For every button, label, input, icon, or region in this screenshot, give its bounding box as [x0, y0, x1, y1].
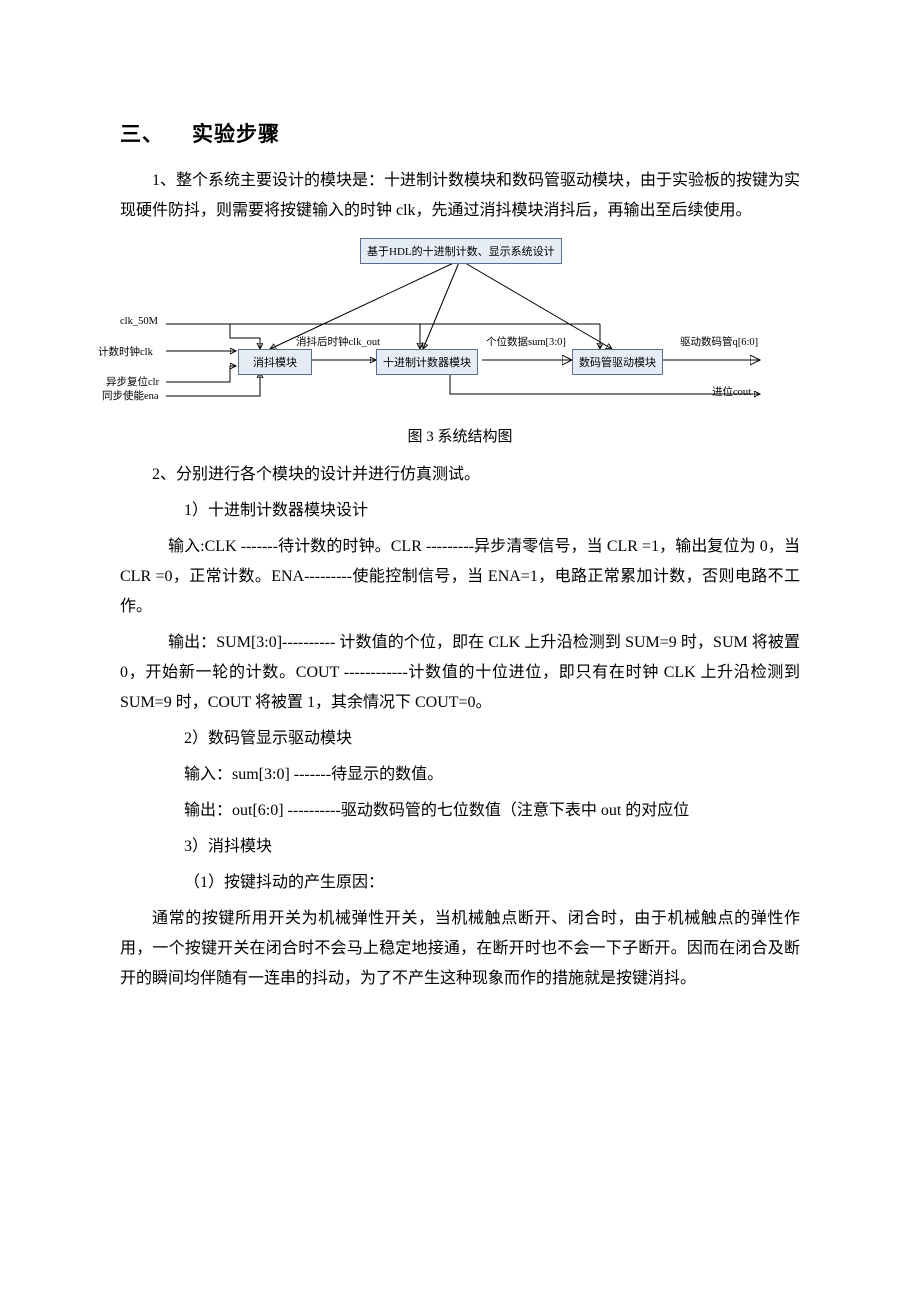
paragraph-6: 2）数码管显示驱动模块	[120, 724, 800, 754]
section-heading: 三、 实验步骤	[120, 118, 800, 148]
diagram-counter-box: 十进制计数器模块	[376, 349, 478, 375]
paragraph-4: 输入:CLK -------待计数的时钟。CLR ---------异步清零信号…	[120, 532, 800, 622]
label-q: 驱动数码管q[6:0]	[680, 334, 758, 349]
label-clk50m: clk_50M	[120, 316, 158, 327]
label-clr: 异步复位clr	[106, 374, 159, 389]
label-ena: 同步使能ena	[102, 388, 159, 403]
heading-title: 实验步骤	[192, 123, 280, 146]
paragraph-11: 通常的按键所用开关为机械弹性开关，当机械触点断开、闭合时，由于机械触点的弹性作用…	[120, 904, 800, 994]
diagram-driver-box: 数码管驱动模块	[572, 349, 663, 375]
diagram-debounce-box: 消抖模块	[238, 349, 312, 375]
paragraph-5: 输出：SUM[3:0]---------- 计数值的个位，即在 CLK 上升沿检…	[120, 628, 800, 718]
diagram-top-box: 基于HDL的十进制计数、显示系统设计	[360, 238, 562, 264]
paragraph-1: 1、整个系统主要设计的模块是：十进制计数模块和数码管驱动模块，由于实验板的按键为…	[120, 166, 800, 226]
paragraph-10: （1）按键抖动的产生原因：	[120, 868, 800, 898]
heading-number: 三、	[120, 123, 164, 146]
paragraph-3: 1）十进制计数器模块设计	[120, 496, 800, 526]
paragraph-2: 2、分别进行各个模块的设计并进行仿真测试。	[120, 460, 800, 490]
label-sum: 个位数据sum[3:0]	[486, 334, 566, 349]
label-cout: 进位cout	[712, 384, 751, 399]
paragraph-9: 3）消抖模块	[120, 832, 800, 862]
paragraph-8: 输出：out[6:0] ----------驱动数码管的七位数值（注意下表中 o…	[120, 796, 800, 826]
label-clkout: 消抖后时钟clk_out	[296, 334, 380, 349]
label-clk: 计数时钟clk	[98, 344, 153, 359]
page: 三、 实验步骤 1、整个系统主要设计的模块是：十进制计数模块和数码管驱动模块，由于…	[0, 0, 920, 1302]
system-structure-diagram: 基于HDL的十进制计数、显示系统设计 消抖模块 十进制计数器模块 数码管驱动模块…	[120, 236, 800, 421]
paragraph-7: 输入：sum[3:0] -------待显示的数值。	[120, 760, 800, 790]
figure-caption: 图 3 系统结构图	[120, 425, 800, 446]
